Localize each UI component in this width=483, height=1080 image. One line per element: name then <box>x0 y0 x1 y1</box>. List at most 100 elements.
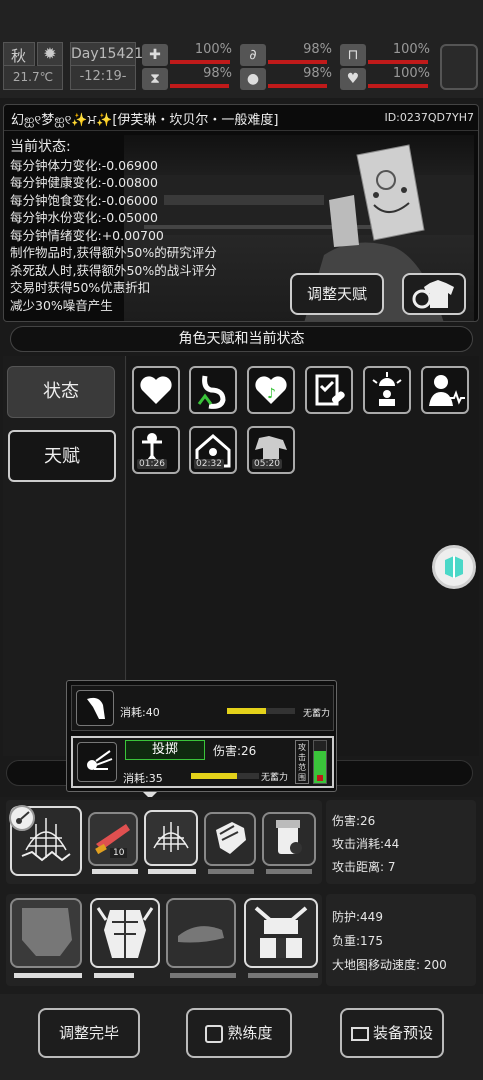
adjust-talent-button[interactable]: 调整天赋 <box>290 273 384 315</box>
done-button[interactable]: 调整完毕 <box>38 1008 140 1058</box>
clock: -12:19- <box>70 66 136 90</box>
exercise-tile[interactable]: 01:26 <box>132 426 180 474</box>
armor-slot-backpack[interactable] <box>244 898 318 978</box>
stat-health: ✚ 100% <box>142 42 232 66</box>
timer-label: 02:32 <box>194 459 224 469</box>
weapon-stats-panel: 伤害:26 攻击消耗:44 攻击距离: 7 <box>326 800 476 884</box>
bladder-bar <box>368 60 428 64</box>
health-percent: 100% <box>194 42 232 57</box>
power-track <box>191 773 259 779</box>
status-line: 减少30%噪音产生 <box>10 297 113 313</box>
power-fill <box>227 708 267 714</box>
stamina-bar <box>170 84 229 88</box>
backpack-icon <box>254 906 308 958</box>
armor-slot-hat[interactable] <box>166 898 236 978</box>
no-power-label: 无蓄力 <box>303 709 331 719</box>
floating-menu-button[interactable] <box>432 545 476 589</box>
power-track <box>227 708 295 714</box>
cube-icon <box>445 556 463 578</box>
throw-button[interactable]: 投掷 <box>125 740 205 760</box>
stat-bladder: ⊓ 100% <box>340 42 430 66</box>
armor-stats-panel: 防护:449 负重:175 大地图移动速度: 200 <box>326 894 476 986</box>
range-label: 攻击范围 <box>295 740 309 784</box>
water-drop-icon: ● <box>240 68 266 90</box>
top-status-bar: 秋 ✹ 21.7℃ Day15421 -12:19- ✚ 100% ∂ 98% … <box>0 0 483 98</box>
kick-icon <box>76 690 114 726</box>
weapon-attack-range: 攻击距离: 7 <box>332 860 396 874</box>
alarm-person-icon <box>372 372 402 406</box>
timer-label: 01:26 <box>137 459 167 469</box>
stat-hunger: ∂ 98% <box>240 42 332 66</box>
status-text: 当前状态: 每分钟体力变化:-0.06900 每分钟健康变化:-0.00800 … <box>10 139 217 314</box>
attack-option-throw[interactable]: 投掷 伤害:26 消耗:35 无蓄力 攻击范围 <box>71 736 334 788</box>
stat-mood: ♥ 100% <box>340 66 430 90</box>
bladder-percent: 100% <box>392 42 430 57</box>
music-heart-tile[interactable]: ♪ <box>247 366 295 414</box>
power-fill <box>191 773 238 779</box>
season-label: 秋 <box>11 47 27 65</box>
menu-button[interactable] <box>440 44 478 90</box>
alarm-tile[interactable] <box>363 366 411 414</box>
armor-protection: 防护:449 <box>332 910 383 924</box>
flashlight-icon <box>276 820 302 854</box>
house-tile[interactable]: 02:32 <box>189 426 237 474</box>
visor-hat-icon <box>178 926 224 943</box>
durability-bar <box>248 973 318 978</box>
clock-time: 12:19 <box>84 69 122 84</box>
weapon-slot-melee[interactable] <box>204 812 256 874</box>
durability-bar <box>170 973 236 978</box>
armor-weight: 负重:175 <box>332 934 383 948</box>
throw-badge-icon <box>9 805 35 831</box>
timer-label: 05:20 <box>252 459 282 469</box>
preset-label: 装备预设 <box>372 1024 433 1042</box>
refresh-shirt-icon <box>412 280 454 309</box>
health-tile[interactable] <box>421 366 469 414</box>
durability-bar <box>14 973 82 978</box>
character-name: 幻ஐ୧梦ஐ୧✨ਮ✨[伊芙琳・坎贝尔・一般难度] <box>11 113 279 128</box>
status-line: 每分钟情绪变化:+0.00700 <box>10 227 164 243</box>
proficiency-button[interactable]: 熟练度 <box>186 1008 292 1058</box>
attack-option-kick[interactable]: 消耗:40 无蓄力 <box>71 685 334 731</box>
change-outfit-button[interactable] <box>402 273 466 315</box>
character-id: ID:0237QD7YH7 <box>384 111 474 124</box>
hourglass-icon: ⧗ <box>142 68 168 90</box>
heart-icon: ♥ <box>340 68 366 90</box>
status-line: 制作物品时,获得额外50%的研究评分 <box>10 245 217 260</box>
status-line: 杀死敌人时,获得额外50%的战斗评分 <box>10 262 217 278</box>
hunger-bar <box>268 60 327 64</box>
equipment-preset-button[interactable]: 装备预设 <box>340 1008 444 1058</box>
net-icon <box>153 822 189 852</box>
weapon-slot-gun[interactable]: 10 <box>88 812 138 874</box>
mood-percent: 100% <box>392 66 430 81</box>
weapon-slot-main[interactable] <box>9 805 82 876</box>
range-meter <box>313 740 327 784</box>
stomach-tile[interactable] <box>189 366 237 414</box>
heart-tile[interactable] <box>132 366 180 414</box>
person-heartbeat-icon <box>429 375 465 406</box>
medicine-tile[interactable] <box>305 366 353 414</box>
armor-slot-body[interactable] <box>90 898 160 978</box>
ammo-count: 10 <box>110 848 128 858</box>
armor-slot-gloves[interactable] <box>10 898 82 978</box>
status-line: 每分钟饱食变化:-0.06000 <box>10 192 158 208</box>
cost-label: 消耗:40 <box>120 706 160 719</box>
svg-text:♪: ♪ <box>267 386 276 402</box>
weapon-slot-flashlight[interactable] <box>262 812 316 874</box>
durability-bar <box>148 869 196 874</box>
medkit-icon: ✚ <box>142 44 168 66</box>
tab-status[interactable]: 状态 <box>7 366 115 418</box>
stomach-up-icon <box>197 375 226 409</box>
tab-talent[interactable]: 天赋 <box>8 430 116 482</box>
durability-bar <box>94 973 134 978</box>
weapon-damage: 伤害:26 <box>332 814 376 828</box>
clothes-tile[interactable]: 05:20 <box>247 426 295 474</box>
stat-stamina: ⧗ 98% <box>142 66 232 90</box>
weapon-slot-net[interactable] <box>144 810 198 874</box>
body-armor-icon <box>96 907 154 958</box>
water-bar <box>268 84 327 88</box>
temperature: 21.7℃ <box>3 66 63 90</box>
season-box: 秋 <box>3 42 35 66</box>
mood-bar <box>368 84 428 88</box>
water-percent: 98% <box>303 66 332 81</box>
bladder-icon: ⊓ <box>340 44 366 66</box>
